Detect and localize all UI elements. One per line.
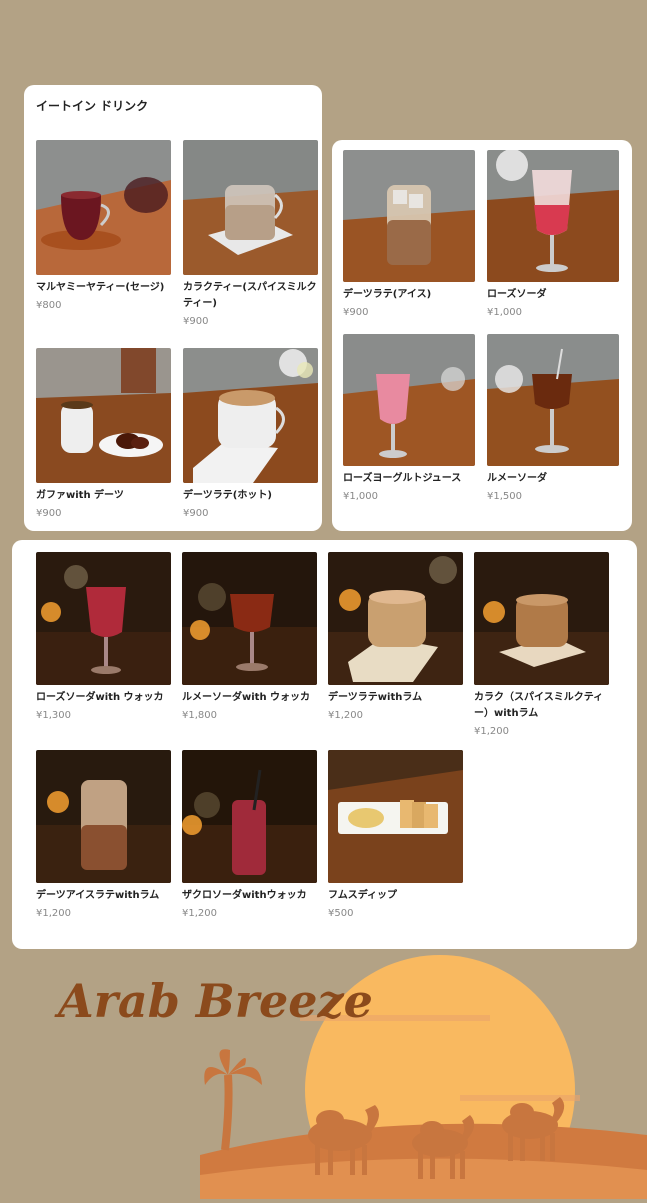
menu-item[interactable]: ローズソーダwith ウォッカ ¥1,300 (36, 552, 171, 723)
menu-item[interactable]: カラクティー(スパイスミルクティー) ¥900 (183, 140, 318, 329)
panel-title: イートイン ドリンク (36, 99, 149, 113)
item-price: ¥1,000 (343, 491, 378, 502)
item-price: ¥900 (183, 316, 209, 327)
menu-item[interactable]: ガファwith デーツ ¥900 (36, 348, 171, 521)
menu-item[interactable]: マルヤミーヤティー(セージ) ¥800 (36, 140, 171, 313)
item-price: ¥900 (183, 508, 209, 519)
menu-item[interactable]: デーツラテ(ホット) ¥900 (183, 348, 318, 521)
menu-item[interactable]: デーツラテwithラム ¥1,200 (328, 552, 463, 723)
rose-soda-vodka-photo (36, 552, 171, 685)
item-name: ザクロソーダwithウォッカ (182, 890, 307, 901)
item-name: カラク（スパイスミルクティー）withラム (474, 692, 604, 719)
item-price: ¥1,000 (487, 307, 522, 318)
item-price: ¥1,300 (36, 710, 71, 721)
alcohol-drinks-panel: ローズソーダwith ウォッカ ¥1,300 ルメーソーダwith ウォッカ ¥… (12, 540, 637, 949)
menu-item[interactable]: デーツアイスラテwithラム ¥1,200 (36, 750, 171, 921)
item-name: ガファwith デーツ (36, 490, 124, 501)
menu-item[interactable]: ローズヨーグルトジュース ¥1,000 (343, 334, 475, 504)
item-name: ルメーソーダ (487, 473, 547, 484)
item-name: ローズソーダ (487, 289, 547, 300)
hot-date-latte-photo (183, 348, 318, 483)
item-price: ¥1,800 (182, 710, 217, 721)
item-name: カラクティー(スパイスミルクティー) (183, 282, 317, 309)
loomi-soda-photo (487, 334, 619, 466)
menu-item[interactable]: ローズソーダ ¥1,000 (487, 150, 619, 320)
item-name: ローズヨーグルトジュース (343, 473, 462, 484)
item-name: ルメーソーダwith ウォッカ (182, 692, 311, 703)
item-name: マルヤミーヤティー(セージ) (36, 282, 165, 293)
palm-tree-graphic (204, 1049, 262, 1151)
menu-item[interactable]: フムスディップ ¥500 (328, 750, 463, 921)
item-price: ¥1,200 (36, 908, 71, 919)
hummus-dip-photo (328, 750, 463, 883)
item-name: デーツラテwithラム (328, 692, 423, 703)
rose-soda-photo (487, 150, 619, 282)
item-price: ¥1,200 (474, 726, 509, 737)
menu-item[interactable]: デーツラテ(アイス) ¥900 (343, 150, 475, 320)
item-name: フムスディップ (328, 890, 397, 901)
eat-in-drinks-panel: イートイン ドリンク マルヤミーヤティー(セージ) ¥800 カラクティー(スパ… (24, 85, 322, 531)
rose-yogurt-juice-photo (343, 334, 475, 466)
date-latte-rum-photo (328, 552, 463, 685)
item-price: ¥900 (36, 508, 62, 519)
loomi-soda-vodka-photo (182, 552, 317, 685)
menu-item[interactable]: カラク（スパイスミルクティー）withラム ¥1,200 (474, 552, 609, 739)
iced-date-latte-photo (343, 150, 475, 282)
karak-tea-photo (183, 140, 318, 275)
brand-logo: Arab Breeze (54, 974, 373, 1028)
item-price: ¥1,500 (487, 491, 522, 502)
gahwa-dates-photo (36, 348, 171, 483)
marmia-tea-photo (36, 140, 171, 275)
eat-in-drinks-panel-2: デーツラテ(アイス) ¥900 ローズソーダ ¥1,000 ローズヨーグルトジュ… (332, 140, 632, 531)
item-price: ¥1,200 (182, 908, 217, 919)
menu-item[interactable]: ザクロソーダwithウォッカ ¥1,200 (182, 750, 317, 921)
pomegranate-soda-vodka-photo (182, 750, 317, 883)
karak-rum-photo (474, 552, 609, 685)
iced-date-latte-rum-photo (36, 750, 171, 883)
menu-item[interactable]: ルメーソーダ ¥1,500 (487, 334, 619, 504)
item-name: デーツラテ(ホット) (183, 490, 272, 501)
item-price: ¥800 (36, 300, 62, 311)
menu-item[interactable]: ルメーソーダwith ウォッカ ¥1,800 (182, 552, 317, 723)
item-price: ¥900 (343, 307, 369, 318)
item-price: ¥1,200 (328, 710, 363, 721)
item-name: デーツアイスラテwithラム (36, 890, 160, 901)
desert-illustration: Arab Breeze (0, 955, 647, 1203)
item-price: ¥500 (328, 908, 354, 919)
item-name: デーツラテ(アイス) (343, 289, 432, 300)
item-name: ローズソーダwith ウォッカ (36, 692, 164, 703)
